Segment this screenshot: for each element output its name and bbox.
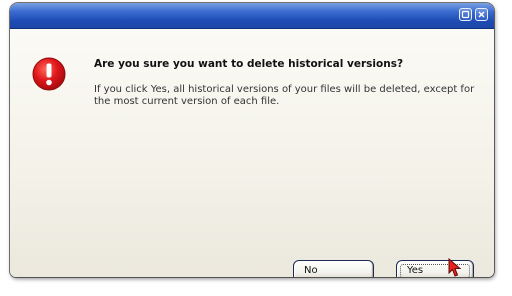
- mouse-cursor-icon: [448, 257, 462, 278]
- title-bar[interactable]: [10, 3, 494, 29]
- minimize-icon[interactable]: [459, 8, 472, 21]
- confirm-dialog: Are you sure you want to delete historic…: [10, 3, 494, 277]
- no-button[interactable]: No: [293, 260, 374, 277]
- dialog-body: Are you sure you want to delete historic…: [10, 29, 494, 277]
- close-icon[interactable]: [475, 8, 488, 21]
- dialog-message: If you click Yes, all historical version…: [94, 84, 475, 107]
- yes-button[interactable]: Yes: [396, 260, 474, 277]
- yes-button-label: Yes: [407, 265, 424, 276]
- warning-exclamation-icon: [32, 57, 66, 91]
- dialog-question: Are you sure you want to delete historic…: [94, 58, 404, 70]
- no-button-label: No: [304, 265, 318, 276]
